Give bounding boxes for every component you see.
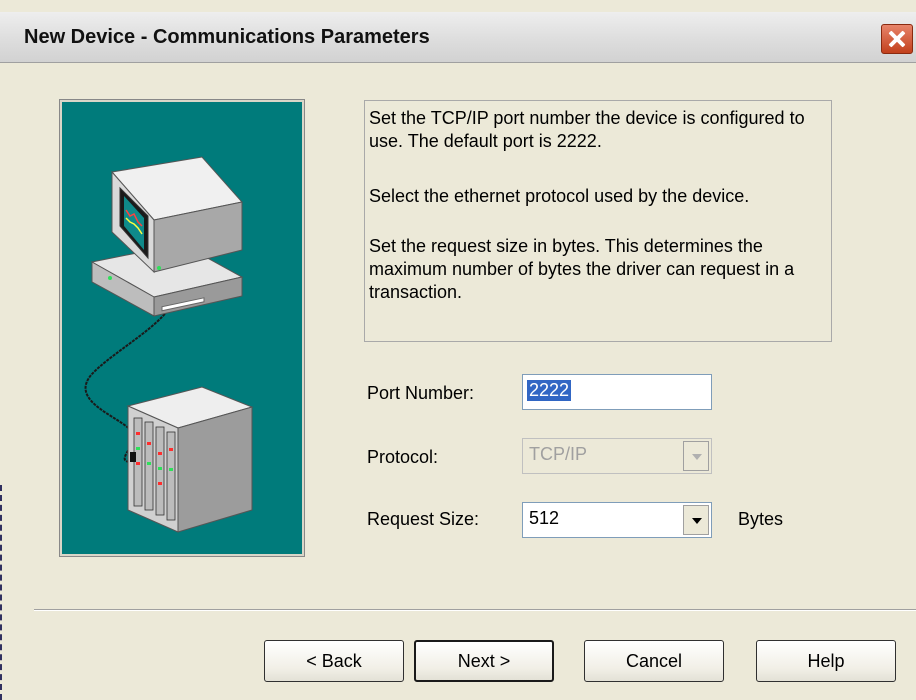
port-number-label: Port Number: (367, 383, 475, 403)
port-number-value: 2222 (527, 380, 572, 401)
protocol-select: TCP/IP (522, 438, 712, 474)
request-size-dropdown-arrow-icon[interactable] (683, 505, 709, 535)
request-size-select[interactable]: 512 (522, 502, 712, 538)
background-window-edge (0, 485, 4, 700)
dialog-window: New Device - Communications Parameters S… (0, 0, 916, 700)
info-request-size-text: Set the request size in bytes. This dete… (369, 236, 795, 302)
next-button[interactable]: Next > (414, 640, 554, 682)
port-number-input[interactable]: 2222 (522, 374, 712, 410)
title-bar[interactable]: New Device - Communications Parameters (0, 12, 916, 63)
network-illustration-icon (84, 156, 254, 533)
protocol-label: Protocol: (367, 447, 439, 467)
request-size-unit: Bytes (738, 509, 784, 529)
button-divider (34, 609, 916, 611)
window-title: New Device - Communications Parameters (24, 26, 430, 48)
computer-network-illustration (59, 99, 305, 557)
instructions-panel: Set the TCP/IP port number the device is… (364, 100, 832, 342)
cancel-button[interactable]: Cancel (584, 640, 724, 682)
help-button[interactable]: Help (756, 640, 896, 682)
request-size-label: Request Size: (367, 509, 480, 529)
info-port-text: Set the TCP/IP port number the device is… (369, 108, 805, 151)
request-size-value: 512 (529, 508, 560, 528)
protocol-value: TCP/IP (529, 444, 588, 464)
protocol-dropdown-arrow-icon (683, 441, 709, 471)
close-icon[interactable] (881, 24, 913, 54)
info-protocol-text: Select the ethernet protocol used by the… (369, 186, 750, 206)
back-button[interactable]: < Back (264, 640, 404, 682)
